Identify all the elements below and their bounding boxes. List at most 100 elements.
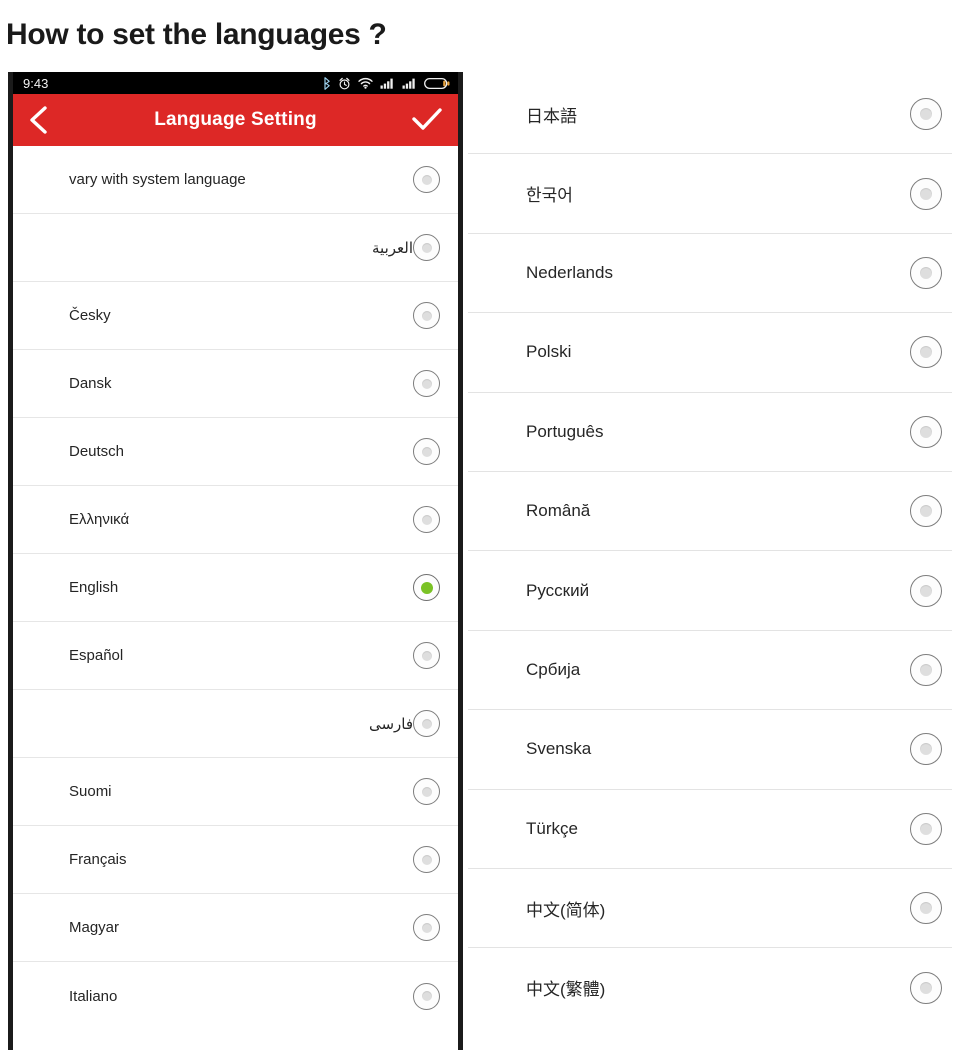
status-bar-icons (322, 76, 450, 90)
radio-button[interactable] (413, 710, 440, 737)
radio-dot (421, 991, 432, 1001)
language-row[interactable]: 日本語 (468, 75, 952, 155)
radio-dot (920, 981, 932, 994)
app-bar: Language Setting (13, 94, 458, 146)
language-row[interactable]: 中文(繁體) (468, 948, 952, 1028)
radio-button[interactable] (910, 653, 942, 686)
radio-dot (920, 108, 932, 121)
language-row[interactable]: Italiano (13, 962, 458, 1030)
radio-button[interactable] (910, 256, 942, 289)
language-label: Česky (69, 307, 111, 324)
language-label: Polski (526, 342, 572, 362)
language-row[interactable]: Magyar (13, 894, 458, 962)
language-label: Ελληνικά (69, 511, 130, 528)
language-row[interactable]: Русский (468, 551, 952, 631)
alarm-icon (339, 77, 350, 89)
language-row[interactable]: Français (13, 826, 458, 894)
language-label: Italiano (69, 987, 118, 1005)
radio-button[interactable] (910, 733, 942, 766)
radio-button[interactable] (910, 98, 942, 131)
right-language-list: 日本語 한국어 Nederlands Polski Português Română Рус… (468, 75, 952, 1050)
language-row[interactable]: Nederlands (468, 233, 952, 314)
radio-button[interactable] (910, 177, 942, 210)
language-row[interactable]: English (13, 554, 458, 622)
radio-button[interactable] (413, 642, 440, 669)
checkmark-icon[interactable] (410, 105, 444, 135)
language-label: Magyar (69, 919, 120, 936)
radio-button[interactable] (413, 778, 440, 805)
language-row[interactable]: Türkçe (468, 789, 952, 869)
radio-dot (421, 854, 432, 865)
bluetooth-icon (324, 76, 330, 90)
language-row[interactable]: العربية (13, 214, 458, 282)
language-label: Dansk (69, 375, 112, 392)
language-label: vary with system language (69, 171, 246, 188)
language-label: 日本語 (526, 106, 577, 126)
signal-icon-1 (380, 78, 393, 89)
language-row[interactable]: Србија (468, 630, 952, 711)
radio-dot (421, 922, 432, 933)
radio-dot (421, 242, 432, 253)
radio-button[interactable] (910, 415, 942, 448)
radio-button[interactable] (910, 495, 942, 528)
language-label: Türkçe (526, 818, 578, 838)
radio-button[interactable] (413, 370, 440, 397)
status-bar: 9:43 (13, 72, 458, 94)
language-label: Română (526, 501, 591, 521)
language-row[interactable]: Ελληνικά (13, 486, 458, 554)
battery-icon (424, 77, 450, 89)
language-row[interactable]: 한국어 (468, 154, 952, 234)
radio-button[interactable] (413, 846, 440, 873)
language-row[interactable]: vary with system language (13, 146, 458, 214)
radio-dot (421, 174, 432, 185)
radio-button-selected[interactable] (413, 574, 440, 601)
status-bar-clock: 9:43 (23, 75, 49, 91)
radio-button[interactable] (413, 302, 440, 329)
language-label: Suomi (69, 783, 112, 800)
radio-dot (920, 902, 932, 915)
radio-button[interactable] (413, 166, 440, 193)
radio-button[interactable] (910, 971, 942, 1004)
radio-button[interactable] (413, 506, 440, 533)
language-row[interactable]: Deutsch (13, 418, 458, 486)
language-row[interactable]: فارسی (13, 690, 458, 758)
language-label: Србија (526, 659, 581, 679)
radio-button[interactable] (910, 574, 942, 607)
radio-dot (920, 346, 932, 359)
radio-button[interactable] (910, 336, 942, 369)
language-label: Nederlands (526, 262, 613, 282)
radio-dot (421, 446, 432, 457)
radio-button[interactable] (413, 914, 440, 941)
language-row[interactable]: Polski (468, 313, 952, 393)
language-row[interactable]: Português (468, 392, 952, 472)
radio-button[interactable] (413, 982, 440, 1010)
language-label: Français (69, 851, 127, 868)
phone-language-list: vary with system language العربية Česky Dan… (13, 146, 458, 1030)
radio-dot (421, 514, 432, 525)
radio-dot (421, 310, 432, 321)
language-row[interactable]: Dansk (13, 350, 458, 418)
radio-dot (920, 663, 932, 676)
language-label: 한국어 (526, 186, 573, 206)
language-label: Português (526, 421, 604, 441)
radio-button[interactable] (910, 812, 942, 845)
radio-dot (920, 266, 932, 279)
back-chevron-icon[interactable] (25, 105, 51, 135)
phone-screenshot: 9:43 Language Setting vary with system l… (8, 72, 463, 1050)
page-root: How to set the languages ? 9:43 Language… (0, 0, 960, 1050)
language-row[interactable]: Svenska (468, 710, 952, 790)
language-row[interactable]: Suomi (13, 758, 458, 826)
language-row[interactable]: 中文(简体) (468, 868, 952, 949)
radio-dot (920, 425, 932, 438)
radio-dot (920, 822, 932, 835)
radio-dot (421, 378, 432, 389)
signal-icon-2 (402, 78, 415, 89)
language-row[interactable]: Español (13, 622, 458, 690)
language-row[interactable]: Česky (13, 282, 458, 350)
radio-dot (920, 505, 932, 518)
radio-button[interactable] (910, 892, 942, 925)
radio-dot (920, 743, 932, 756)
radio-button[interactable] (413, 234, 440, 261)
radio-button[interactable] (413, 438, 440, 465)
language-row[interactable]: Română (468, 471, 952, 552)
